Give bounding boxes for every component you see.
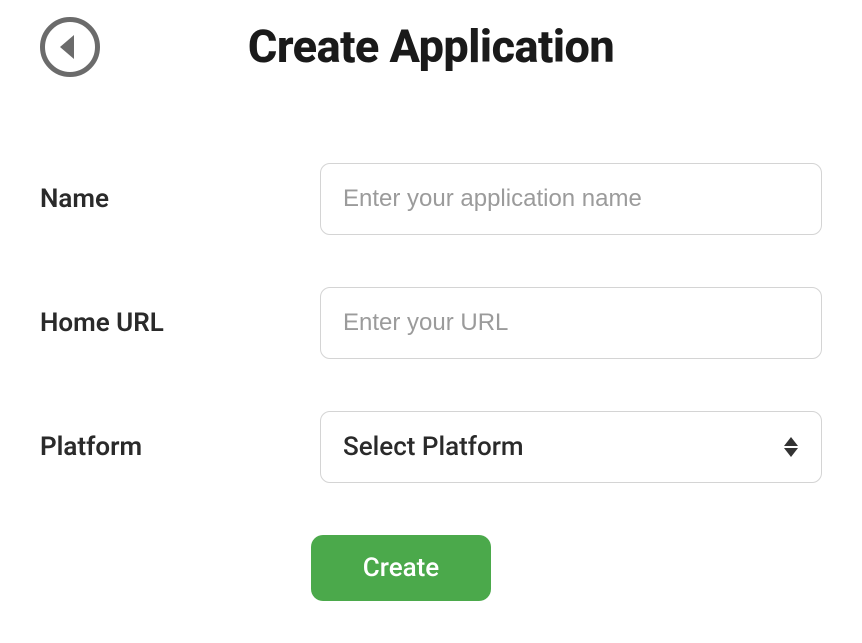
platform-row: Platform Select Platform: [40, 411, 822, 483]
name-label: Name: [40, 184, 320, 214]
home-url-input[interactable]: [320, 287, 822, 359]
create-application-form: Name Home URL Platform Select Platform C…: [40, 163, 822, 601]
back-button[interactable]: [40, 17, 100, 77]
back-arrow-icon: [56, 33, 80, 61]
platform-select[interactable]: Select Platform: [320, 411, 822, 483]
home-url-row: Home URL: [40, 287, 822, 359]
create-button[interactable]: Create: [311, 535, 491, 601]
home-url-label: Home URL: [40, 308, 320, 338]
platform-label: Platform: [40, 432, 320, 462]
page-title: Create Application: [40, 20, 822, 73]
name-row: Name: [40, 163, 822, 235]
name-input[interactable]: [320, 163, 822, 235]
